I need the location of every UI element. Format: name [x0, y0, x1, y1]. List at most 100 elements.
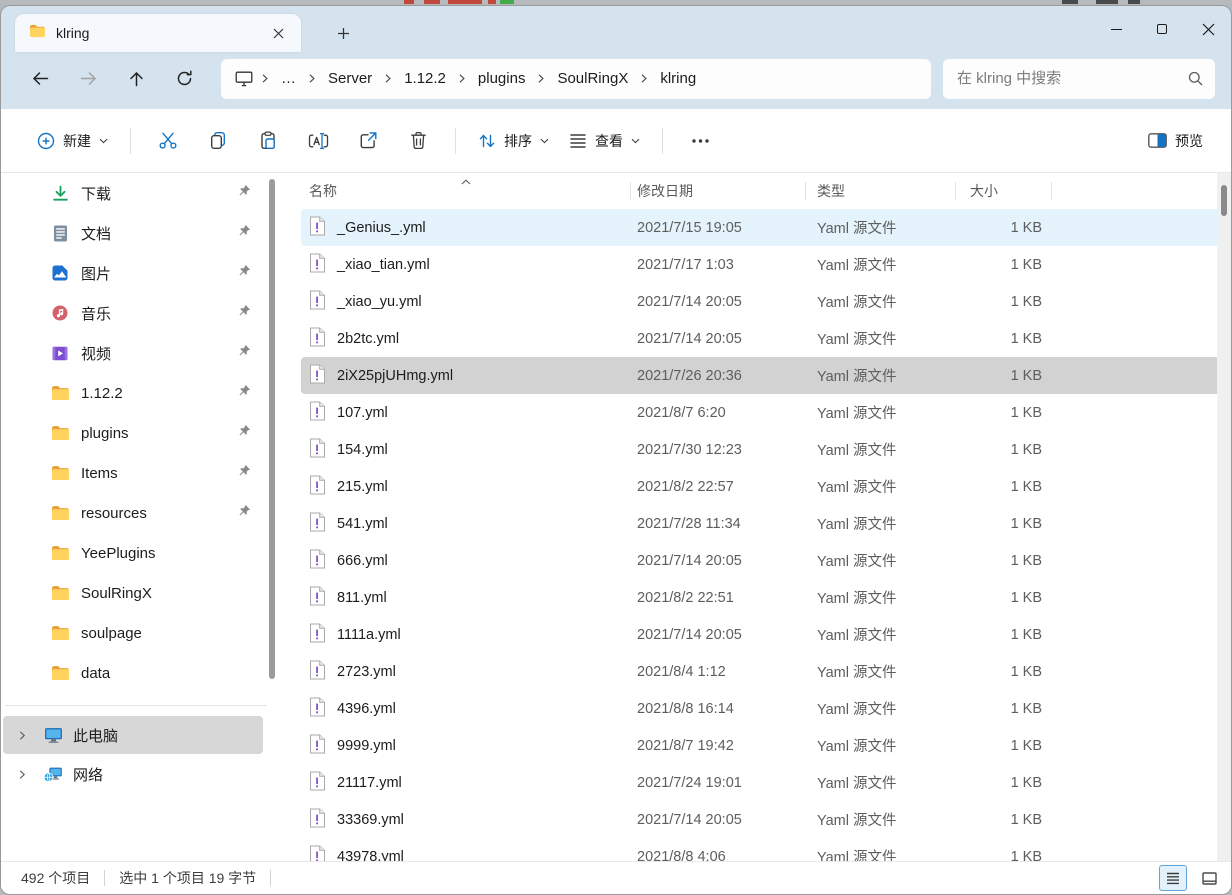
column-header-name[interactable]: 名称 — [301, 173, 631, 209]
videos-icon — [49, 346, 71, 361]
breadcrumb-item-klring[interactable]: klring — [652, 66, 704, 91]
file-row[interactable]: _xiao_yu.yml2021/7/14 20:05Yaml 源文件1 KB — [301, 283, 1231, 320]
thumbnail-view-button[interactable] — [1195, 865, 1223, 891]
selection-info: 选中 1 个项目 19 字节 — [119, 868, 256, 888]
sidebar-item-YeePlugins[interactable]: YeePlugins — [3, 533, 263, 573]
breadcrumb-item-1.12.2[interactable]: 1.12.2 — [396, 66, 454, 91]
paste-button[interactable] — [246, 122, 290, 160]
file-list-scrollbar[interactable] — [1217, 173, 1231, 861]
file-row[interactable]: 215.yml2021/8/2 22:57Yaml 源文件1 KB — [301, 468, 1231, 505]
preview-button[interactable]: 预览 — [1138, 123, 1213, 159]
sidebar-item-文档[interactable]: 文档 — [3, 213, 263, 253]
breadcrumb-chevron-icon[interactable] — [636, 73, 652, 84]
file-row[interactable]: 107.yml2021/8/7 6:20Yaml 源文件1 KB — [301, 394, 1231, 431]
file-row[interactable]: 43978.yml2021/8/8 4:06Yaml 源文件1 KB — [301, 838, 1231, 861]
back-button[interactable] — [23, 62, 57, 96]
file-type: Yaml 源文件 — [806, 505, 956, 542]
scrollbar-thumb[interactable] — [1221, 185, 1227, 216]
breadcrumb-chevron-icon[interactable] — [380, 73, 396, 84]
file-row[interactable]: 2iX25pjUHmg.yml2021/7/26 20:36Yaml 源文件1 … — [301, 357, 1231, 394]
sidebar-item-data[interactable]: data — [3, 653, 263, 693]
new-button[interactable]: 新建 — [27, 123, 118, 159]
file-size: 1 KB — [956, 764, 1052, 801]
sidebar-item-此电脑[interactable]: 此电脑 — [3, 716, 263, 754]
file-type: Yaml 源文件 — [806, 616, 956, 653]
delete-button[interactable] — [396, 122, 440, 160]
file-row[interactable]: 2723.yml2021/8/4 1:12Yaml 源文件1 KB — [301, 653, 1231, 690]
view-button[interactable]: 查看 — [559, 123, 650, 159]
new-tab-button[interactable] — [329, 20, 357, 46]
breadcrumb-chevron-icon[interactable] — [257, 73, 273, 84]
sidebar-item-SoulRingX[interactable]: SoulRingX — [3, 573, 263, 613]
search-input[interactable] — [957, 70, 1188, 87]
column-header-size[interactable]: 大小 — [956, 173, 1052, 209]
sidebar-item-soulpage[interactable]: soulpage — [3, 613, 263, 653]
maximize-button[interactable] — [1139, 6, 1185, 52]
sidebar-scrollbar[interactable] — [269, 179, 275, 679]
sidebar-item-resources[interactable]: resources — [3, 493, 263, 533]
file-row[interactable]: 2b2tc.yml2021/7/14 20:05Yaml 源文件1 KB — [301, 320, 1231, 357]
breadcrumb-device-icon[interactable] — [231, 71, 257, 87]
rename-button[interactable] — [296, 122, 340, 160]
forward-button[interactable] — [71, 62, 105, 96]
sort-button[interactable]: 排序 — [468, 123, 559, 159]
sidebar-item-plugins[interactable]: plugins — [3, 413, 263, 453]
folder-icon — [49, 585, 71, 601]
file-name-cell: 811.yml — [301, 579, 631, 616]
breadcrumb-item-Server[interactable]: Server — [320, 66, 380, 91]
file-name: 666.yml — [337, 553, 388, 569]
file-row[interactable]: 811.yml2021/8/2 22:51Yaml 源文件1 KB — [301, 579, 1231, 616]
expand-chevron-icon[interactable] — [17, 730, 35, 741]
breadcrumb-item-SoulRingX[interactable]: SoulRingX — [549, 66, 636, 91]
refresh-button[interactable] — [167, 62, 201, 96]
cut-button[interactable] — [146, 122, 190, 160]
file-type: Yaml 源文件 — [806, 690, 956, 727]
file-row[interactable]: 21117.yml2021/7/24 19:01Yaml 源文件1 KB — [301, 764, 1231, 801]
file-date-modified: 2021/7/30 12:23 — [631, 431, 806, 468]
breadcrumb-chevron-icon[interactable] — [304, 73, 320, 84]
tab-close-icon[interactable] — [265, 20, 291, 46]
sidebar-item-1.12.2[interactable]: 1.12.2 — [3, 373, 263, 413]
breadcrumb-chevron-icon[interactable] — [454, 73, 470, 84]
sidebar-item-下载[interactable]: 下载 — [3, 173, 263, 213]
breadcrumb-chevron-icon[interactable] — [533, 73, 549, 84]
sidebar-item-label: 图片 — [81, 263, 111, 284]
copy-button[interactable] — [196, 122, 240, 160]
sidebar-item-网络[interactable]: 网络 — [3, 755, 263, 793]
file-row[interactable]: 33369.yml2021/7/14 20:05Yaml 源文件1 KB — [301, 801, 1231, 838]
file-row[interactable]: 154.yml2021/7/30 12:23Yaml 源文件1 KB — [301, 431, 1231, 468]
explorer-tab[interactable]: klring — [15, 14, 301, 52]
breadcrumb[interactable]: … Server 1.12.2 plugins SoulRingX klring — [221, 59, 931, 99]
file-row[interactable]: _xiao_tian.yml2021/7/17 1:03Yaml 源文件1 KB — [301, 246, 1231, 283]
up-button[interactable] — [119, 62, 153, 96]
expand-chevron-icon[interactable] — [17, 769, 35, 780]
column-header-date-modified[interactable]: 修改日期 — [631, 173, 806, 209]
file-row[interactable]: 1111a.yml2021/7/14 20:05Yaml 源文件1 KB — [301, 616, 1231, 653]
file-row[interactable]: _Genius_.yml2021/7/15 19:05Yaml 源文件1 KB — [301, 209, 1231, 246]
file-row[interactable]: 9999.yml2021/8/7 19:42Yaml 源文件1 KB — [301, 727, 1231, 764]
file-row[interactable]: 666.yml2021/7/14 20:05Yaml 源文件1 KB — [301, 542, 1231, 579]
sidebar-item-label: data — [81, 665, 110, 682]
details-view-button[interactable] — [1159, 865, 1187, 891]
search-box[interactable] — [943, 59, 1215, 99]
sidebar-item-音乐[interactable]: 音乐 — [3, 293, 263, 333]
breadcrumb-item-plugins[interactable]: plugins — [470, 66, 534, 91]
column-header-type[interactable]: 类型 — [806, 173, 956, 209]
sidebar-item-图片[interactable]: 图片 — [3, 253, 263, 293]
file-name-cell: 1111a.yml — [301, 616, 631, 653]
background-fragment — [424, 0, 440, 4]
file-row[interactable]: 4396.yml2021/8/8 16:14Yaml 源文件1 KB — [301, 690, 1231, 727]
sidebar-item-Items[interactable]: Items — [3, 453, 263, 493]
file-row[interactable]: 541.yml2021/7/28 11:34Yaml 源文件1 KB — [301, 505, 1231, 542]
file-date-modified: 2021/7/14 20:05 — [631, 801, 806, 838]
more-options-button[interactable] — [678, 122, 722, 160]
file-date-modified: 2021/7/14 20:05 — [631, 320, 806, 357]
file-type: Yaml 源文件 — [806, 764, 956, 801]
sidebar-item-label: plugins — [81, 425, 129, 442]
share-button[interactable] — [346, 122, 390, 160]
close-button[interactable] — [1185, 6, 1231, 52]
breadcrumb-overflow-button[interactable]: … — [273, 66, 304, 91]
sidebar-item-视频[interactable]: 视频 — [3, 333, 263, 373]
minimize-button[interactable] — [1093, 6, 1139, 52]
file-name-cell: _xiao_tian.yml — [301, 246, 631, 283]
